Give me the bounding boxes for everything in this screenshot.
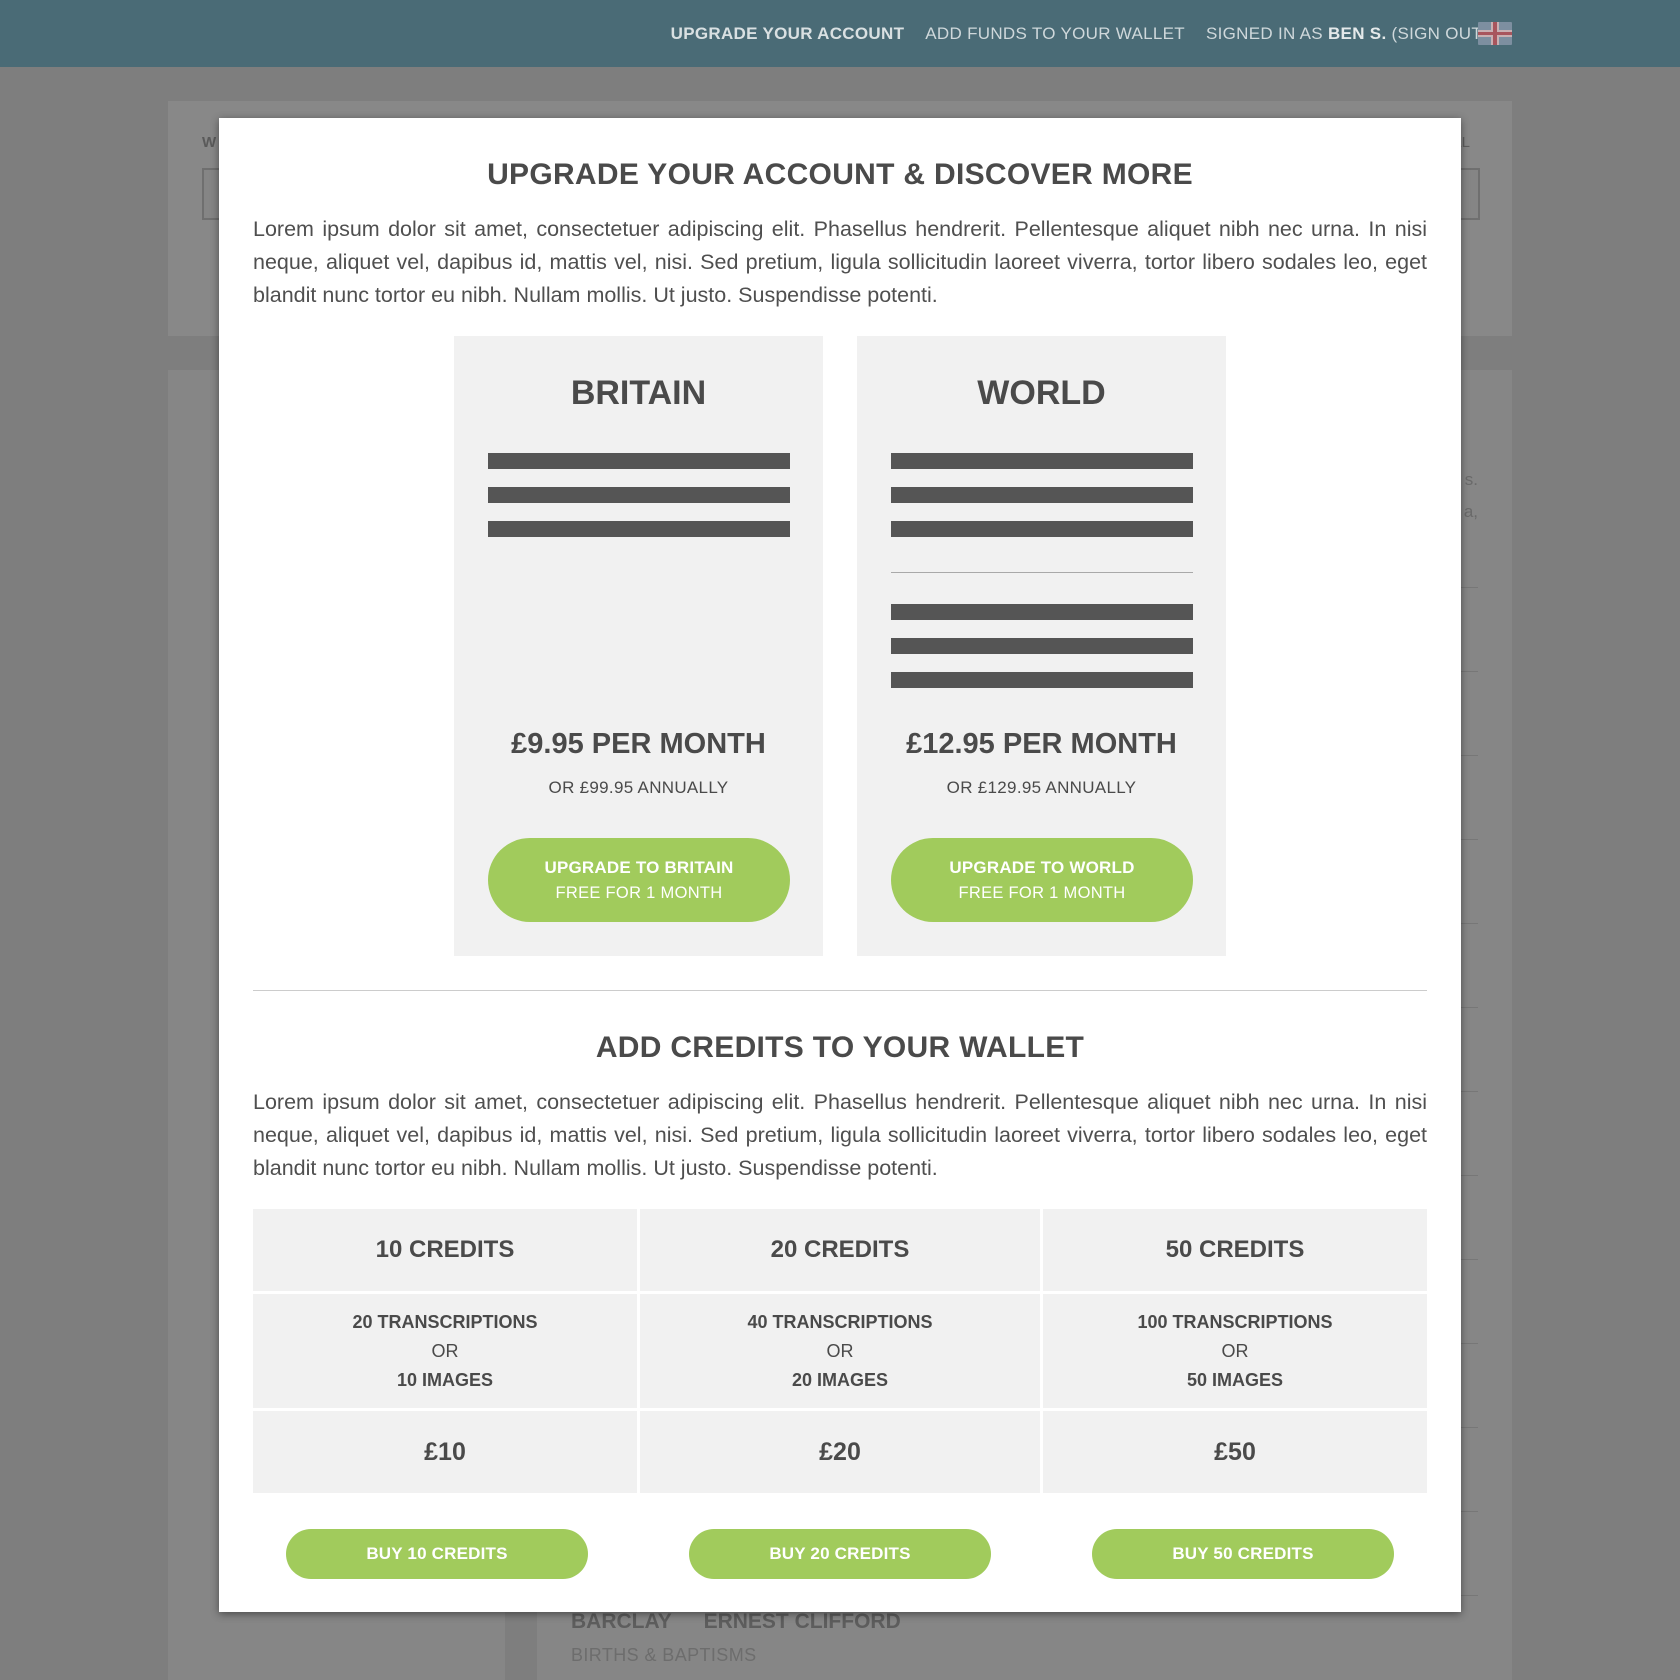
feature-placeholder-bar [891, 638, 1193, 654]
or-text: OR [1221, 1340, 1249, 1361]
transcriptions-count: 100 TRANSCRIPTIONS [1137, 1311, 1333, 1332]
images-count: 50 IMAGES [1186, 1369, 1284, 1390]
plan-annual-price: OR £129.95 ANNUALLY [946, 778, 1137, 797]
result-record-name[interactable]: BARCLAY ERNEST CLIFFORD [571, 1610, 927, 1634]
add-funds-link[interactable]: ADD FUNDS TO YOUR WALLET [925, 24, 1185, 44]
wallet-title: ADD CREDITS TO YOUR WALLET [595, 1031, 1085, 1064]
uk-flag-icon[interactable] [1478, 22, 1512, 45]
images-count: 10 IMAGES [396, 1369, 494, 1390]
credits-description: 40 TRANSCRIPTIONS OR 20 IMAGES [640, 1294, 1040, 1408]
or-text: OR [826, 1340, 854, 1361]
buy-50-credits-button[interactable]: BUY 50 CREDITS [1092, 1529, 1394, 1579]
button-label: UPGRADE TO WORLD [949, 857, 1135, 877]
credits-header: 50 CREDITS [1043, 1209, 1427, 1291]
or-text: OR [431, 1340, 459, 1361]
plan-monthly-price: £12.95 PER MONTH [906, 728, 1177, 760]
top-navigation-bar: UPGRADE YOUR ACCOUNT ADD FUNDS TO YOUR W… [0, 0, 1680, 67]
signed-in-status: SIGNED IN AS BEN S. (SIGN OUT) [1206, 24, 1488, 44]
feature-placeholder-bar [891, 672, 1193, 688]
feature-placeholder-bar [891, 487, 1193, 503]
upgrade-britain-button[interactable]: UPGRADE TO BRITAIN FREE FOR 1 MONTH [488, 838, 790, 922]
credits-price: £20 [640, 1411, 1040, 1493]
credits-description: 100 TRANSCRIPTIONS OR 50 IMAGES [1043, 1294, 1427, 1408]
feature-divider [891, 572, 1193, 573]
upgrade-modal: UPGRADE YOUR ACCOUNT & DISCOVER MORE Lor… [219, 118, 1461, 1612]
credits-header: 20 CREDITS [640, 1209, 1040, 1291]
results-intro-text: a, [1463, 502, 1478, 521]
images-count: 20 IMAGES [791, 1369, 889, 1390]
user-name: BEN S. [1327, 23, 1387, 43]
upgrade-title: UPGRADE YOUR ACCOUNT & DISCOVER MORE [487, 158, 1193, 191]
feature-placeholder-bar [488, 521, 790, 537]
plan-monthly-price: £9.95 PER MONTH [511, 728, 766, 760]
feature-placeholder-bar [891, 604, 1193, 620]
buy-20-credits-button[interactable]: BUY 20 CREDITS [689, 1529, 991, 1579]
plan-card-world: WORLD £12.95 PER MONTH OR £129.95 ANNUAL… [857, 336, 1226, 956]
search-label: W [202, 134, 217, 151]
credits-description: 20 TRANSCRIPTIONS OR 10 IMAGES [253, 1294, 637, 1408]
feature-placeholder-bar [891, 521, 1193, 537]
feature-placeholder-bar [891, 453, 1193, 469]
button-label: UPGRADE TO BRITAIN [544, 857, 734, 877]
buy-10-credits-button[interactable]: BUY 10 CREDITS [286, 1529, 588, 1579]
button-sublabel: FREE FOR 1 MONTH [555, 883, 723, 902]
button-sublabel: FREE FOR 1 MONTH [958, 883, 1126, 902]
credits-header: 10 CREDITS [253, 1209, 637, 1291]
credits-table: 10 CREDITS 20 CREDITS 50 CREDITS 20 TRAN… [253, 1209, 1427, 1493]
upgrade-account-link[interactable]: UPGRADE YOUR ACCOUNT [671, 24, 905, 44]
upgrade-world-button[interactable]: UPGRADE TO WORLD FREE FOR 1 MONTH [891, 838, 1193, 922]
sign-out-link[interactable]: (SIGN OUT) [1392, 24, 1489, 43]
record-forenames: ERNEST CLIFFORD [703, 1610, 901, 1633]
plan-name: BRITAIN [570, 374, 707, 412]
section-divider [253, 990, 1427, 991]
plan-card-britain: BRITAIN £9.95 PER MONTH OR £99.95 ANNUAL… [454, 336, 823, 956]
transcriptions-count: 20 TRANSCRIPTIONS [352, 1311, 538, 1332]
feature-placeholder-bar [488, 487, 790, 503]
transcriptions-count: 40 TRANSCRIPTIONS [747, 1311, 933, 1332]
wallet-description: Lorem ipsum dolor sit amet, consectetuer… [253, 1090, 1427, 1180]
record-type: BIRTHS & BAPTISMS [571, 1645, 757, 1665]
signed-in-prefix: SIGNED IN AS [1205, 23, 1323, 43]
plan-name: WORLD [977, 374, 1106, 412]
feature-placeholder-bar [488, 453, 790, 469]
credits-price: £10 [253, 1411, 637, 1493]
plan-annual-price: OR £99.95 ANNUALLY [548, 778, 729, 797]
credits-price: £50 [1043, 1411, 1427, 1493]
record-surname: BARCLAY [571, 1610, 672, 1633]
upgrade-description: Lorem ipsum dolor sit amet, consectetuer… [253, 217, 1427, 307]
results-intro-text: s. [1464, 470, 1478, 489]
